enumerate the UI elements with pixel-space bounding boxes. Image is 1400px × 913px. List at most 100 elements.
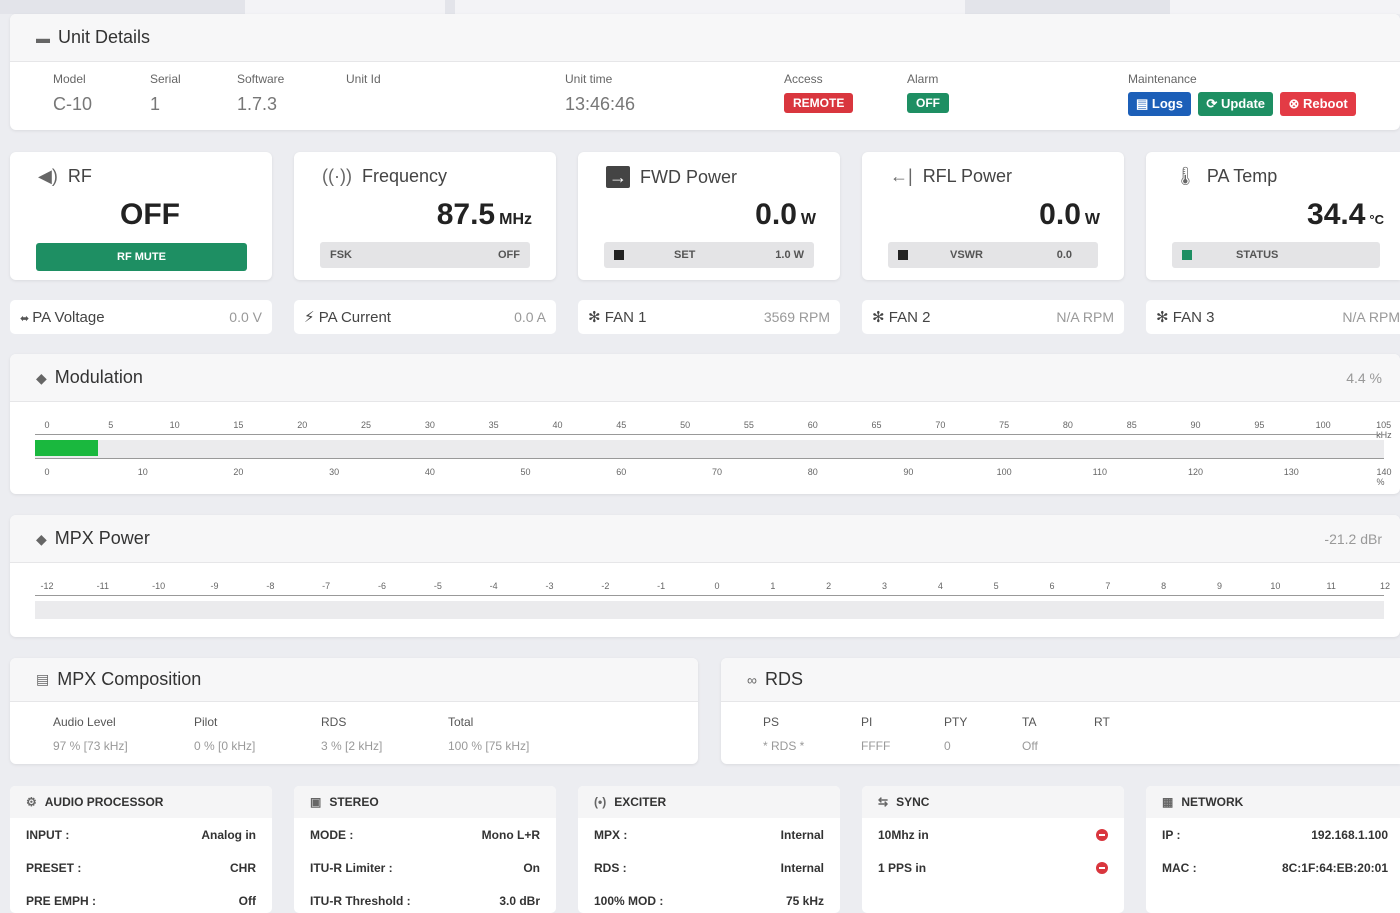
access-field: Access REMOTE xyxy=(784,72,854,113)
sync-header: ⇆ SYNC xyxy=(862,786,1124,818)
audio-row-input: INPUT : Analog in xyxy=(10,818,272,851)
comp-rds: RDS 3 % [2 kHz] xyxy=(321,715,382,753)
fsk-label: FSK xyxy=(330,249,352,261)
mpx-power-tick-label: -6 xyxy=(377,581,387,591)
modulation-khz-tick-label: 50 xyxy=(680,420,691,430)
pa-voltage-label: PA Voltage xyxy=(32,308,105,326)
pa-temp-number: 34.4 xyxy=(1307,198,1366,231)
frequency-title-text: Frequency xyxy=(361,166,448,186)
status-bar: STATUS xyxy=(1172,242,1380,268)
modulation-percent-tick-label: 0 xyxy=(44,467,50,477)
list-icon: ▤ xyxy=(36,671,50,687)
rf-tile: ◀) RF OFF RF MUTE xyxy=(10,152,272,280)
exciter-row-rds: RDS : Internal xyxy=(578,851,840,884)
wave-icon: (•) xyxy=(594,795,607,809)
unit-time-field: Unit time 13:46:46 xyxy=(565,72,635,115)
rds-rt: RT xyxy=(1094,715,1110,739)
pa-temp-unit: °C xyxy=(1369,212,1384,227)
modulation-khz-tick-label: 55 xyxy=(743,420,754,430)
exciter-row-mod: 100% MOD : 75 kHz xyxy=(578,884,840,913)
frequency-tile: ((·)) Frequency 87.5 MHz FSK OFF xyxy=(294,152,556,280)
fwd-power-value: 0.0 W xyxy=(755,198,816,232)
rfl-power-tile: ←| RFL Power 0.0 W VSWR 0.0 xyxy=(862,152,1124,280)
audio-input-label: INPUT : xyxy=(26,827,70,842)
sync-title: SYNC xyxy=(896,795,930,809)
modulation-percent-tick-label: 130 xyxy=(1283,467,1299,477)
mpx-power-scale: -12 -11 -10 -9 -8 -7 -6 -5 -4 -3 -2 -1 0 1 2 3 4 5 6 7 8 9 10 1… xyxy=(38,581,1390,595)
model-field: Model C-10 xyxy=(53,72,92,115)
mpx-power-track xyxy=(35,601,1384,619)
modulation-percent-tick-label: 120 xyxy=(1188,467,1204,477)
modulation-percent-tick-label: 100 xyxy=(996,467,1012,477)
modulation-value: 4.4 % xyxy=(1346,369,1382,386)
logs-icon: ▤ xyxy=(1136,96,1152,111)
rds-ps-label: PS xyxy=(763,715,780,729)
modulation-title: Modulation xyxy=(54,367,143,387)
rds-pty: PTY 0 xyxy=(944,715,967,753)
alarm-label: Alarm xyxy=(907,72,939,86)
comp-total-label: Total xyxy=(448,715,474,729)
fwd-power-unit: W xyxy=(800,211,816,228)
exciter-mpx-label: MPX : xyxy=(594,827,628,842)
software-value: 1.7.3 xyxy=(237,94,278,114)
modulation-percent-tick-label: 20 xyxy=(233,467,244,477)
antenna-icon: ((·)) xyxy=(322,166,352,186)
rf-status: OFF xyxy=(120,198,180,231)
comp-pilot-label: Pilot xyxy=(194,715,218,729)
plug-icon: ⬌ xyxy=(20,312,33,325)
rds-rt-label: RT xyxy=(1094,715,1110,729)
fwd-square-icon xyxy=(614,250,624,260)
serial-label: Serial xyxy=(150,72,181,86)
modulation-percent-tick-label: 50 xyxy=(520,467,531,477)
modulation-khz-tick-label: 40 xyxy=(552,420,563,430)
rf-mute-button[interactable]: RF MUTE xyxy=(36,243,247,271)
fan3-stat: ✻ FAN 3 N/A RPM xyxy=(1146,300,1400,334)
model-value: C-10 xyxy=(53,94,93,114)
modulation-khz-tick-label: 20 xyxy=(297,420,308,430)
fan2-label: FAN 2 xyxy=(888,309,931,326)
modulation-card: ◆ Modulation 4.4 % 0 5 10 15 20 25 30 35 40 45 50 55… xyxy=(10,354,1400,494)
comp-rds-value: 3 % [2 kHz] xyxy=(321,739,383,753)
mpx-power-tick-label: -4 xyxy=(489,581,498,591)
audio-preset-label: PRESET : xyxy=(26,860,82,875)
modulation-khz-tick-label: 30 xyxy=(424,420,435,430)
modulation-percent-tick-label: 140 % xyxy=(1376,467,1392,487)
pa-voltage-value: 0.0 V xyxy=(229,309,262,325)
pa-voltage-stat: ⬌ PA Voltage 0.0 V xyxy=(10,300,272,334)
top-tab-gap-1 xyxy=(245,0,445,14)
pa-temp-title-text: PA Temp xyxy=(1206,166,1278,186)
fan1-label-wrap: ✻ FAN 1 xyxy=(588,308,646,326)
audio-processor-header: ⚙ AUDIO PROCESSOR xyxy=(10,786,272,818)
update-button[interactable]: ⟳ Update xyxy=(1198,92,1273,116)
modulation-track xyxy=(35,440,1384,458)
modulation-percent-tick-label: 40 xyxy=(424,467,435,477)
stereo-row-mode: MODE : Mono L+R xyxy=(294,818,556,851)
logs-button[interactable]: ▤ Logs xyxy=(1128,92,1191,116)
modulation-percent-tick-label: 10 xyxy=(137,467,148,477)
diamond-icon: ◆ xyxy=(36,370,47,386)
alarm-badge: OFF xyxy=(907,93,949,113)
sync-row-10mhz: 10Mhz in xyxy=(862,818,1124,851)
status-square-icon xyxy=(1182,250,1192,260)
rf-title: ◀) RF xyxy=(38,166,92,187)
stereo-row-threshold: ITU-R Threshold : 3.0 dBr xyxy=(294,884,556,913)
fan1-label: FAN 1 xyxy=(604,309,647,326)
network-ip-value: 192.168.1.100 xyxy=(1311,827,1388,842)
reboot-button[interactable]: ⊗ Reboot xyxy=(1280,92,1356,116)
network-mac-label: MAC : xyxy=(1162,860,1197,875)
unit-time-label: Unit time xyxy=(565,72,613,86)
mpx-power-tick-label: -12 xyxy=(40,581,54,591)
network-row-ip: IP : 192.168.1.100 xyxy=(1146,818,1400,851)
fwd-power-tile: → FWD Power 0.0 W SET 1.0 W xyxy=(578,152,840,280)
vswr-bar: VSWR 0.0 xyxy=(888,242,1098,268)
audio-row-preset: PRESET : CHR xyxy=(10,851,272,884)
frequency-number: 87.5 xyxy=(436,198,496,231)
mpx-power-tick-label: 3 xyxy=(881,581,888,591)
pa-current-value: 0.0 A xyxy=(514,309,546,325)
comp-pilot: Pilot 0 % [0 kHz] xyxy=(194,715,255,753)
speaker-box-icon: ▣ xyxy=(310,795,322,809)
modulation-khz-tick-label: 90 xyxy=(1190,420,1201,430)
network-mac-value: 8C:1F:64:EB:20:01 xyxy=(1281,860,1388,875)
stereo-limiter-value: On xyxy=(523,860,540,875)
modulation-khz-tick-label: 35 xyxy=(488,420,499,430)
